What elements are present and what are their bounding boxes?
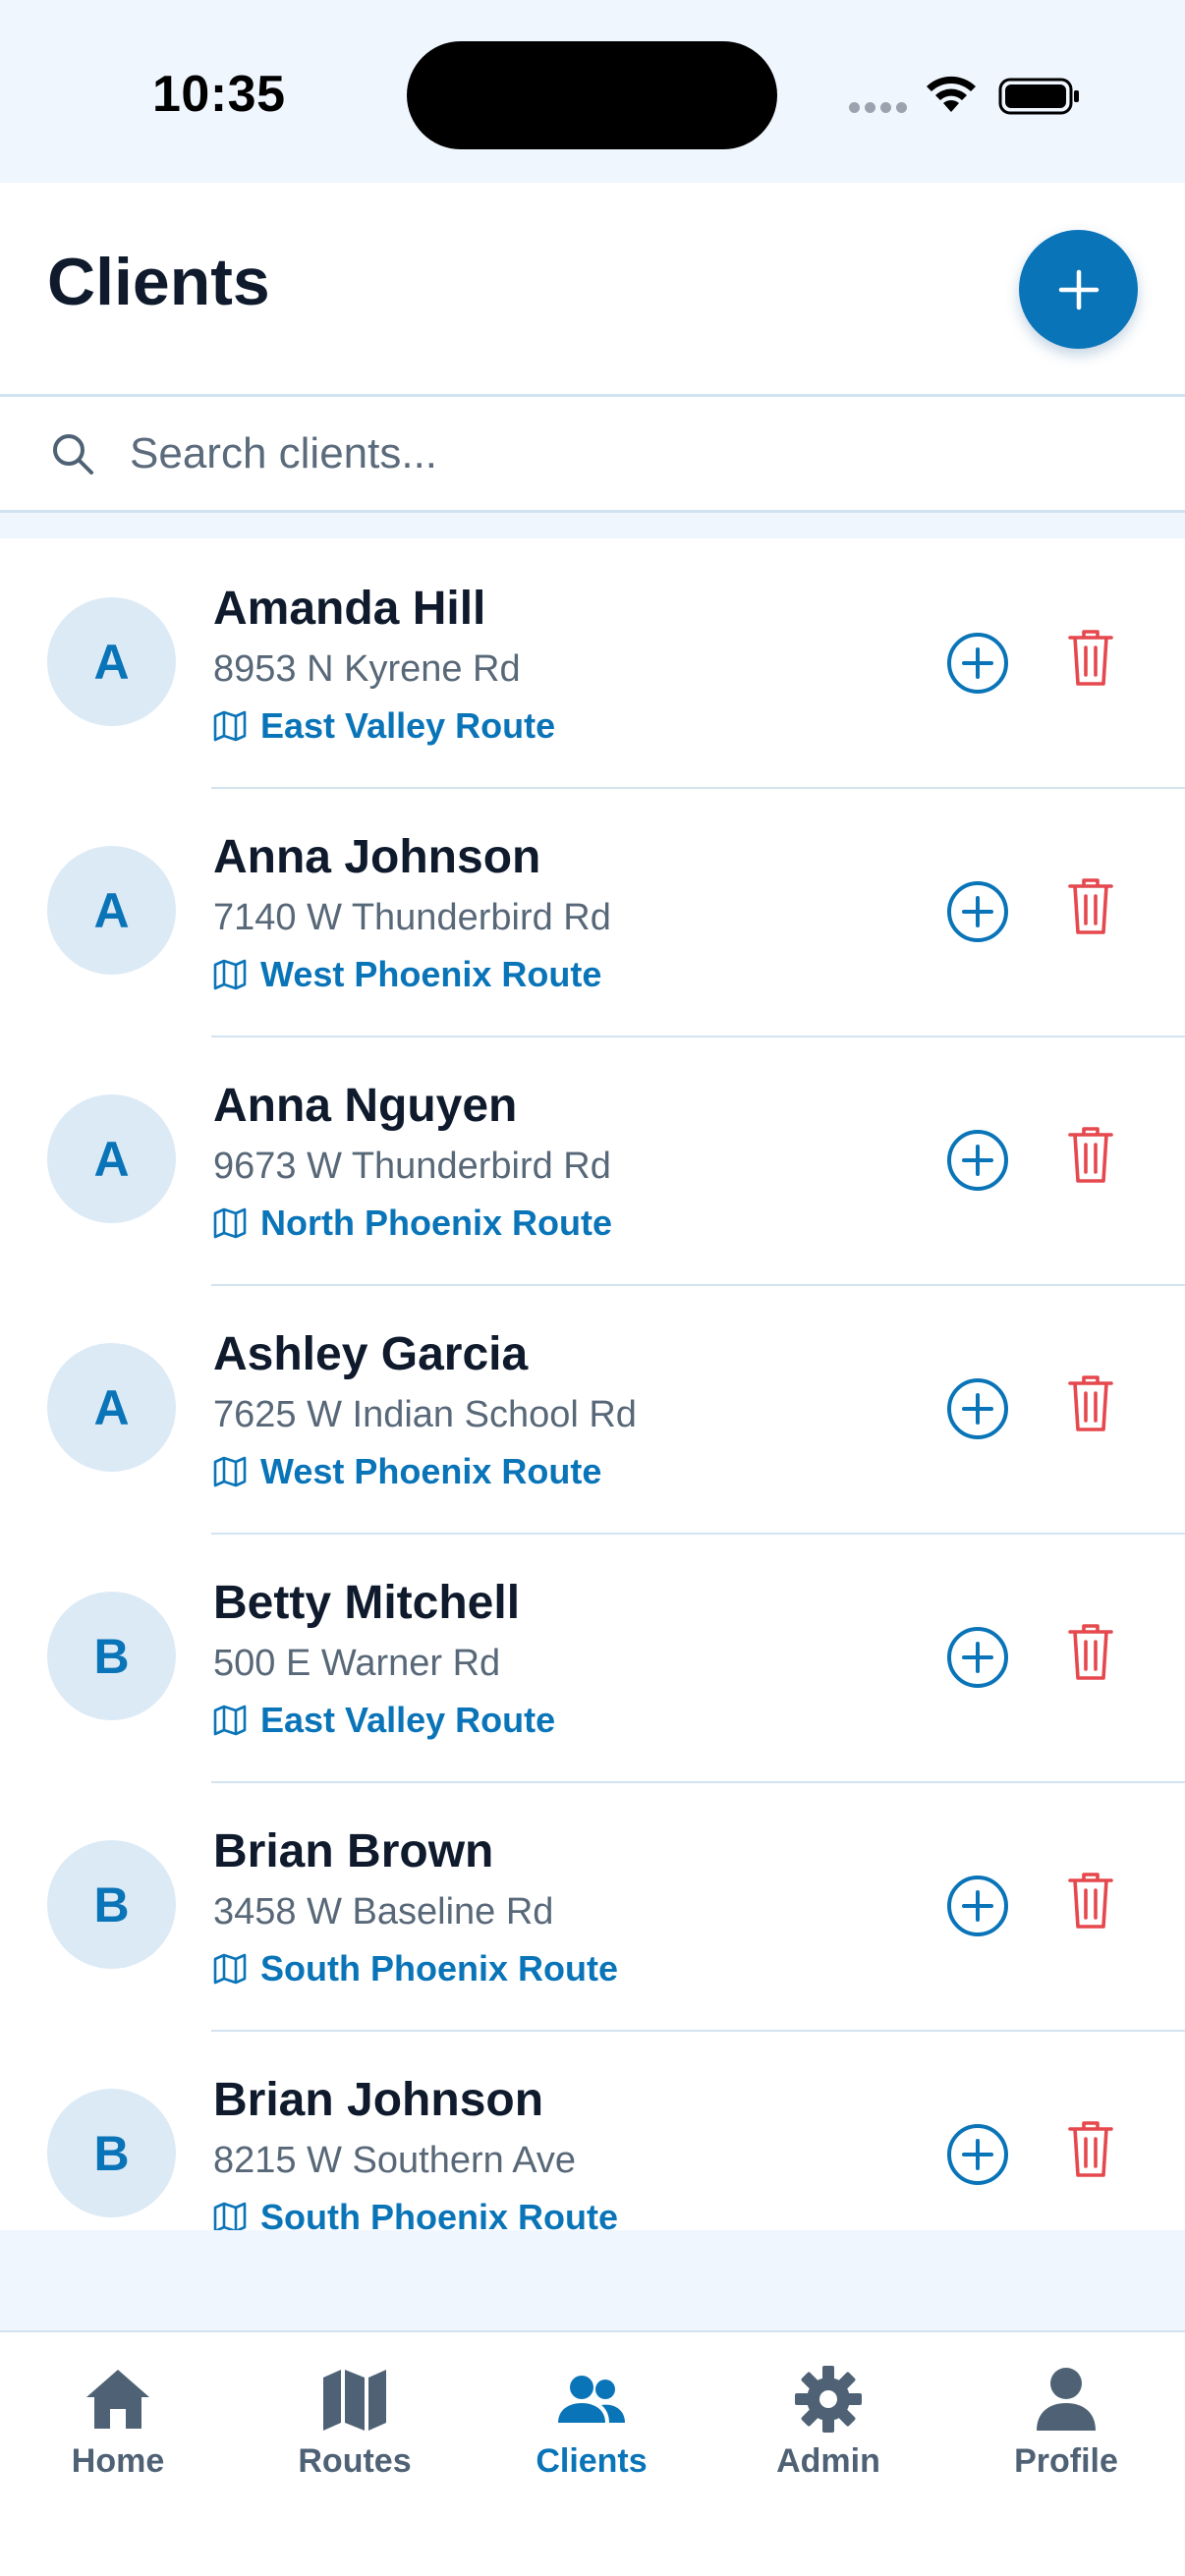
avatar: B xyxy=(47,1840,176,1969)
map-icon xyxy=(213,1953,247,1985)
trash-icon[interactable] xyxy=(1067,1870,1114,1931)
page-title: Clients xyxy=(47,245,270,319)
add-visit-icon[interactable] xyxy=(945,2122,1010,2187)
map-icon xyxy=(213,1207,247,1239)
status-time: 10:35 xyxy=(152,66,286,123)
avatar: A xyxy=(47,597,176,726)
client-address: 500 E Warner Rd xyxy=(213,1643,501,1684)
client-name: Brian Brown xyxy=(213,1825,494,1877)
client-name: Brian Johnson xyxy=(213,2074,544,2126)
tab-label: Clients xyxy=(536,2442,648,2480)
client-address: 8953 N Kyrene Rd xyxy=(213,648,521,690)
map-icon xyxy=(213,1705,247,1736)
user-icon xyxy=(1037,2368,1096,2431)
search-icon xyxy=(53,434,93,475)
clients-screen: 10:35 Clients Search clients... A Amanda… xyxy=(0,0,1185,2576)
client-route[interactable]: East Valley Route xyxy=(213,1698,555,1743)
map-icon xyxy=(213,959,247,990)
client-name: Ashley Garcia xyxy=(213,1328,529,1380)
tab-admin[interactable]: Admin xyxy=(730,2362,927,2490)
route-label: West Phoenix Route xyxy=(260,954,602,994)
map-icon xyxy=(213,2202,247,2230)
client-name: Betty Mitchell xyxy=(213,1577,521,1629)
route-label: South Phoenix Route xyxy=(260,2197,618,2230)
map-icon xyxy=(213,710,247,742)
search-bar xyxy=(0,397,1185,513)
route-label: South Phoenix Route xyxy=(260,1948,618,1988)
gear-icon xyxy=(795,2366,862,2433)
header: Clients xyxy=(0,183,1185,397)
list-item[interactable]: A Anna Nguyen 9673 W Thunderbird Rd Nort… xyxy=(0,1036,1185,1284)
client-route[interactable]: West Phoenix Route xyxy=(213,1449,601,1494)
list-item[interactable]: A Amanda Hill 8953 N Kyrene Rd East Vall… xyxy=(0,538,1185,787)
map-icon xyxy=(213,1456,247,1487)
tab-label: Profile xyxy=(1014,2442,1118,2480)
map-icon xyxy=(323,2370,386,2431)
route-label: East Valley Route xyxy=(260,705,556,746)
client-address: 7140 W Thunderbird Rd xyxy=(213,897,611,938)
home-icon xyxy=(86,2370,149,2429)
client-name: Anna Johnson xyxy=(213,831,541,883)
avatar: A xyxy=(47,1094,176,1223)
trash-icon[interactable] xyxy=(1067,627,1114,688)
cellular-signal-icon xyxy=(849,102,908,114)
tab-clients[interactable]: Clients xyxy=(493,2362,690,2490)
tab-bar: Home Routes Clients Admin Profile xyxy=(0,2330,1185,2576)
trash-icon[interactable] xyxy=(1067,2118,1114,2179)
list-item[interactable]: B Brian Johnson 8215 W Southern Ave Sout… xyxy=(0,2030,1185,2230)
trash-icon[interactable] xyxy=(1067,875,1114,936)
avatar: B xyxy=(47,1592,176,1720)
route-label: East Valley Route xyxy=(260,1700,556,1740)
trash-icon[interactable] xyxy=(1067,1372,1114,1433)
users-icon xyxy=(558,2376,625,2423)
tab-routes[interactable]: Routes xyxy=(256,2362,453,2490)
add-client-button[interactable] xyxy=(1019,230,1138,349)
tab-label: Admin xyxy=(776,2442,880,2480)
list-item[interactable]: A Ashley Garcia 7625 W Indian School Rd … xyxy=(0,1284,1185,1533)
client-name: Amanda Hill xyxy=(213,583,486,635)
client-address: 3458 W Baseline Rd xyxy=(213,1891,554,1932)
avatar: A xyxy=(47,846,176,975)
add-visit-icon[interactable] xyxy=(945,1874,1010,1938)
client-address: 7625 W Indian School Rd xyxy=(213,1394,637,1435)
dynamic-island xyxy=(407,41,777,149)
battery-icon xyxy=(998,78,1079,115)
avatar: B xyxy=(47,2089,176,2217)
tab-label: Routes xyxy=(298,2442,412,2480)
plus-icon xyxy=(1058,269,1099,309)
tab-label: Home xyxy=(71,2442,165,2480)
client-route[interactable]: North Phoenix Route xyxy=(213,1201,612,1246)
status-bar: 10:35 xyxy=(0,0,1185,183)
list-item[interactable]: B Brian Brown 3458 W Baseline Rd South P… xyxy=(0,1781,1185,2030)
search-input[interactable] xyxy=(130,419,1112,489)
add-visit-icon[interactable] xyxy=(945,631,1010,696)
client-route[interactable]: South Phoenix Route xyxy=(213,1946,618,1991)
add-visit-icon[interactable] xyxy=(945,1376,1010,1441)
list-item[interactable]: A Anna Johnson 7140 W Thunderbird Rd Wes… xyxy=(0,787,1185,1036)
tab-profile[interactable]: Profile xyxy=(968,2362,1164,2490)
client-route[interactable]: South Phoenix Route xyxy=(213,2195,618,2230)
trash-icon[interactable] xyxy=(1067,1124,1114,1185)
client-route[interactable]: West Phoenix Route xyxy=(213,952,601,997)
trash-icon[interactable] xyxy=(1067,1621,1114,1682)
avatar: A xyxy=(47,1343,176,1472)
tab-home[interactable]: Home xyxy=(20,2362,216,2490)
route-label: West Phoenix Route xyxy=(260,1451,602,1491)
client-address: 8215 W Southern Ave xyxy=(213,2140,576,2181)
add-visit-icon[interactable] xyxy=(945,1128,1010,1193)
route-label: North Phoenix Route xyxy=(260,1203,612,1243)
add-visit-icon[interactable] xyxy=(945,1625,1010,1690)
list-item[interactable]: B Betty Mitchell 500 E Warner Rd East Va… xyxy=(0,1533,1185,1781)
client-address: 9673 W Thunderbird Rd xyxy=(213,1146,611,1187)
client-list: A Amanda Hill 8953 N Kyrene Rd East Vall… xyxy=(0,538,1185,2230)
add-visit-icon[interactable] xyxy=(945,879,1010,944)
client-name: Anna Nguyen xyxy=(213,1080,518,1132)
wifi-icon xyxy=(927,76,976,112)
client-route[interactable]: East Valley Route xyxy=(213,703,555,749)
